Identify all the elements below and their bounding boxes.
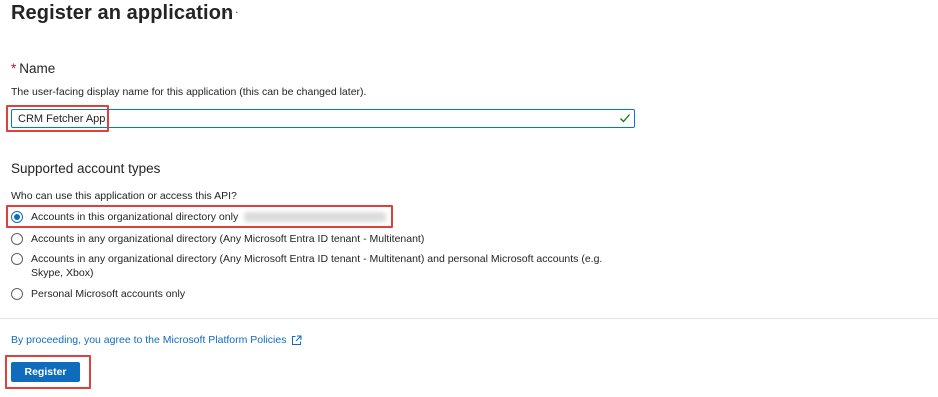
name-label: * Name (11, 61, 55, 76)
highlight-single-tenant (6, 205, 393, 228)
radio-option-multitenant[interactable]: Accounts in any organizational directory… (11, 232, 424, 246)
radio-button[interactable] (11, 233, 23, 245)
radio-option-personal-only[interactable]: Personal Microsoft accounts only (11, 287, 185, 301)
radio-option-multitenant-personal[interactable]: Accounts in any organizational directory… (11, 252, 631, 280)
account-types-heading: Supported account types (11, 161, 161, 176)
radio-label: Personal Microsoft accounts only (31, 288, 186, 300)
radio-label: Accounts in any organizational directory… (31, 253, 603, 279)
checkmark-icon (620, 114, 630, 123)
divider (0, 318, 938, 319)
policy-link-text[interactable]: By proceeding, you agree to the Microsof… (11, 334, 286, 346)
highlight-register-button (5, 355, 91, 389)
external-link-icon (292, 335, 302, 345)
radio-label: Accounts in any organizational directory… (31, 233, 425, 245)
page-title: Register an application (11, 2, 234, 24)
account-types-question: Who can use this application or access t… (11, 190, 237, 202)
radio-button[interactable] (11, 288, 23, 300)
platform-policies-link[interactable]: By proceeding, you agree to the Microsof… (11, 334, 302, 346)
name-label-text: Name (19, 61, 56, 76)
name-description: The user-facing display name for this ap… (11, 86, 367, 98)
highlight-name-input (6, 105, 109, 132)
required-marker: * (11, 61, 17, 76)
more-options-button[interactable]: ··· (224, 4, 240, 19)
radio-button[interactable] (11, 253, 23, 265)
